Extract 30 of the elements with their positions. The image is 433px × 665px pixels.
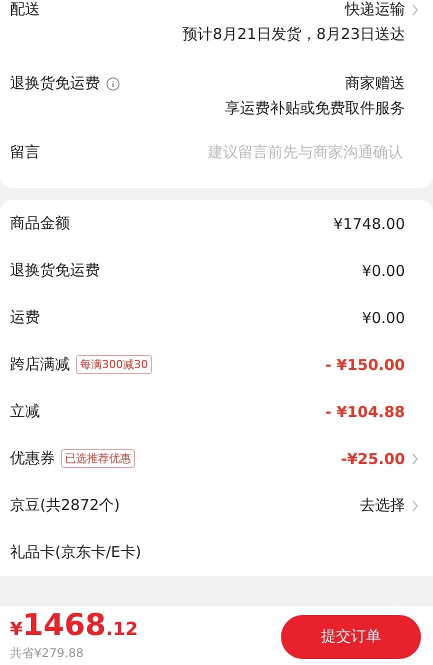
delivery-estimate: 预计8月21日发货，8月23日送达	[182, 25, 405, 44]
summary-label: 运费	[10, 308, 40, 327]
summary-label: 京豆(共2872个)	[10, 496, 120, 515]
summary-label: 优惠券	[10, 449, 55, 468]
summary-label: 礼品卡(京东卡/E卡)	[10, 543, 142, 562]
promo-tag: 已选推荐优惠	[61, 449, 135, 468]
total-price: ¥1468.12	[10, 611, 138, 641]
return-shipping-label: 退换货免运费	[10, 74, 100, 93]
summary-value[interactable]: 去选择	[360, 496, 405, 515]
savings-text: 共省¥279.88	[10, 645, 85, 662]
summary-label: 立减	[10, 402, 40, 421]
summary-value: ¥0.00	[362, 308, 405, 326]
chevron-icon	[411, 4, 419, 16]
summary-label: 商品金额	[10, 214, 70, 233]
info-icon[interactable]	[106, 76, 120, 90]
delivery-label: 配送	[10, 0, 40, 19]
summary-value: - ¥104.88	[325, 402, 405, 420]
summary-label: 退换货免运费	[10, 261, 100, 280]
message-label: 留言	[10, 142, 40, 162]
promo-tag: 每满300减30	[76, 355, 152, 374]
submit-order-button[interactable]: 提交订单	[281, 614, 421, 658]
summary-value: ¥0.00	[362, 262, 405, 280]
return-shipping-value: 商家赠送	[345, 74, 405, 93]
summary-value[interactable]: -¥25.00	[340, 450, 405, 468]
summary-value: - ¥150.00	[325, 356, 405, 374]
summary-value: ¥1748.00	[333, 214, 405, 232]
summary-label: 跨店满减	[10, 355, 70, 374]
return-shipping-note: 享运费补贴或免费取件服务	[225, 99, 405, 118]
message-field[interactable]: 建议留言前先与商家沟通确认	[165, 142, 405, 162]
delivery-value[interactable]: 快递运输	[345, 0, 405, 19]
